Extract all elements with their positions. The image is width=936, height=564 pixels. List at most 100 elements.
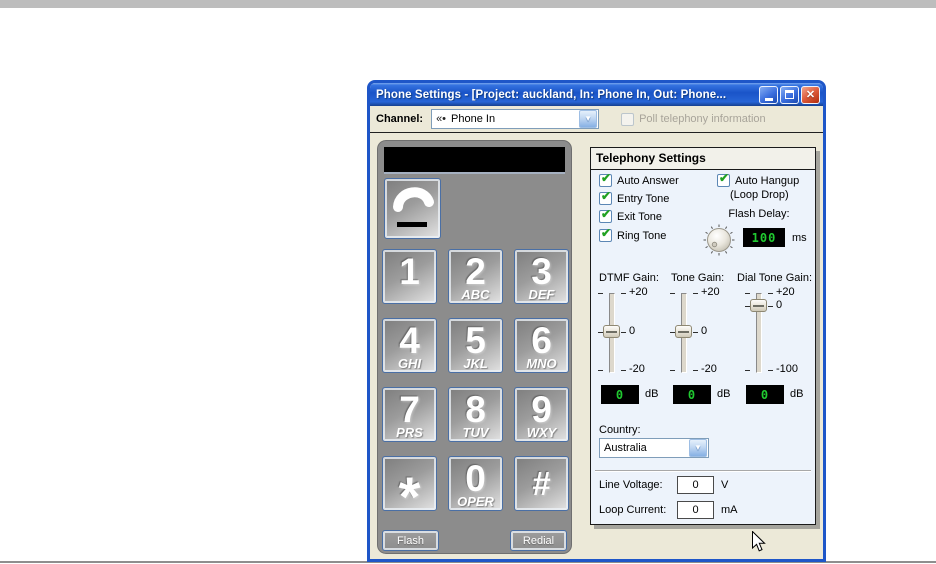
- tick-label: 0: [701, 325, 707, 337]
- tick-mark: [621, 332, 626, 333]
- keypad-key-4[interactable]: 4 GHI: [382, 318, 437, 373]
- tick-mark: [621, 293, 626, 294]
- keypad-key-6[interactable]: 6 MNO: [514, 318, 569, 373]
- keypad-key-hash[interactable]: #: [514, 456, 569, 511]
- redial-button[interactable]: Redial: [510, 530, 567, 551]
- checkbox-label: Ring Tone: [617, 230, 666, 242]
- key-digit: 9: [515, 391, 568, 428]
- keypad-key-star[interactable]: *: [382, 456, 437, 511]
- keypad-key-1[interactable]: 1: [382, 249, 437, 304]
- hook-button[interactable]: [384, 178, 441, 239]
- key-digit: 3: [515, 253, 568, 290]
- tick-mark: [670, 293, 675, 294]
- tick-mark: [670, 370, 675, 371]
- checkbox-ring-tone[interactable]: ✔ Ring Tone: [599, 229, 666, 242]
- tone-gain-slider-thumb[interactable]: [675, 325, 692, 338]
- keypad-key-7[interactable]: 7 PRS: [382, 387, 437, 442]
- key-letters: DEF: [515, 287, 568, 302]
- tick-label: -20: [701, 363, 717, 375]
- checkbox-auto-answer[interactable]: ✔ Auto Answer: [599, 174, 679, 187]
- tick-label: -20: [629, 363, 645, 375]
- knob-dial-icon: [703, 224, 735, 256]
- keypad-key-0[interactable]: 0 OPER: [448, 456, 503, 511]
- tone-gain-lcd: 0: [673, 385, 711, 404]
- phone-display: [384, 147, 565, 172]
- key-letters: OPER: [449, 494, 502, 509]
- checkbox-label: Entry Tone: [617, 193, 669, 205]
- channel-bar: Channel: «• Phone In ▼ Poll telephony in…: [370, 106, 823, 133]
- phone-keypad-panel: 1 2 ABC 3 DEF 4 GHI 5 JKL: [377, 140, 572, 554]
- key-digit: 4: [383, 322, 436, 359]
- close-button[interactable]: ✕: [801, 86, 820, 104]
- dtmf-gain-unit: dB: [645, 388, 658, 400]
- keypad-key-2[interactable]: 2 ABC: [448, 249, 503, 304]
- top-gray-bar: [0, 0, 936, 8]
- key-letters: WXY: [515, 425, 568, 440]
- maximize-icon: [785, 90, 794, 99]
- keypad-key-3[interactable]: 3 DEF: [514, 249, 569, 304]
- tick-mark: [768, 293, 773, 294]
- country-combobox[interactable]: Australia ▼: [599, 438, 709, 458]
- keypad: 1 2 ABC 3 DEF 4 GHI 5 JKL: [382, 249, 569, 511]
- key-digit: 6: [515, 322, 568, 359]
- chevron-down-icon: ▼: [694, 444, 702, 452]
- close-icon: ✕: [806, 88, 815, 101]
- channel-dropdown-button[interactable]: ▼: [579, 110, 597, 128]
- country-label: Country:: [599, 424, 641, 436]
- tick-mark: [768, 370, 773, 371]
- keypad-key-5[interactable]: 5 JKL: [448, 318, 503, 373]
- check-icon: ✔: [601, 208, 611, 221]
- tick-label: +20: [776, 286, 795, 298]
- channel-combobox-value: Phone In: [451, 113, 579, 125]
- tick-label: -100: [776, 363, 798, 375]
- key-letters: PRS: [383, 425, 436, 440]
- phone-settings-window: Phone Settings - [Project: auckland, In:…: [367, 80, 826, 562]
- client-area: 1 2 ABC 3 DEF 4 GHI 5 JKL: [370, 133, 823, 559]
- dial-tone-gain-slider-thumb[interactable]: [750, 299, 767, 312]
- checkbox-box: ✔: [599, 210, 612, 223]
- check-icon: ✔: [601, 172, 611, 185]
- key-digit: 8: [449, 391, 502, 428]
- line-voltage-field[interactable]: 0: [677, 476, 714, 494]
- maximize-button[interactable]: [780, 86, 799, 104]
- tick-mark: [693, 293, 698, 294]
- key-digit: 0: [449, 460, 502, 497]
- flash-delay-lcd: 100: [743, 228, 785, 247]
- country-dropdown-button[interactable]: ▼: [689, 439, 707, 457]
- check-icon: ✔: [601, 227, 611, 240]
- channel-label: Channel:: [376, 113, 423, 125]
- dtmf-gain-slider-thumb[interactable]: [603, 325, 620, 338]
- auto-hangup-subtext: (Loop Drop): [730, 189, 789, 201]
- tick-mark: [745, 370, 750, 371]
- checkbox-auto-hangup[interactable]: ✔ Auto Hangup: [717, 174, 799, 187]
- keypad-key-8[interactable]: 8 TUV: [448, 387, 503, 442]
- checkbox-label: Exit Tone: [617, 211, 662, 223]
- checkbox-box: ✔: [599, 192, 612, 205]
- tick-label: +20: [629, 286, 648, 298]
- dtmf-gain-label: DTMF Gain:: [599, 272, 659, 284]
- channel-combobox[interactable]: «• Phone In ▼: [431, 109, 599, 129]
- checkbox-entry-tone[interactable]: ✔ Entry Tone: [599, 192, 669, 205]
- tick-mark: [768, 306, 773, 307]
- loop-current-field[interactable]: 0: [677, 501, 714, 519]
- checkbox-exit-tone[interactable]: ✔ Exit Tone: [599, 210, 662, 223]
- dial-tone-gain-label: Dial Tone Gain:: [737, 272, 812, 284]
- flash-button[interactable]: Flash: [382, 530, 439, 551]
- tick-mark: [745, 293, 750, 294]
- dial-tone-gain-lcd: 0: [746, 385, 784, 404]
- poll-checkbox-label: Poll telephony information: [639, 113, 766, 125]
- checkbox-box: ✔: [599, 174, 612, 187]
- screen: { "icons": { "close": "✕", "check": "✔",…: [0, 0, 936, 564]
- chevron-down-icon: ▼: [584, 115, 592, 123]
- key-letters: JKL: [449, 356, 502, 371]
- channel-input-icon: «•: [436, 113, 446, 125]
- minimize-button[interactable]: [759, 86, 778, 104]
- tone-gain-unit: dB: [717, 388, 730, 400]
- key-digit: *: [383, 469, 436, 525]
- line-voltage-unit: V: [721, 479, 728, 491]
- flash-delay-knob[interactable]: [703, 224, 735, 256]
- title-bar[interactable]: Phone Settings - [Project: auckland, In:…: [370, 83, 823, 106]
- flash-delay-unit: ms: [792, 232, 807, 244]
- keypad-key-9[interactable]: 9 WXY: [514, 387, 569, 442]
- handset-icon: [385, 179, 440, 238]
